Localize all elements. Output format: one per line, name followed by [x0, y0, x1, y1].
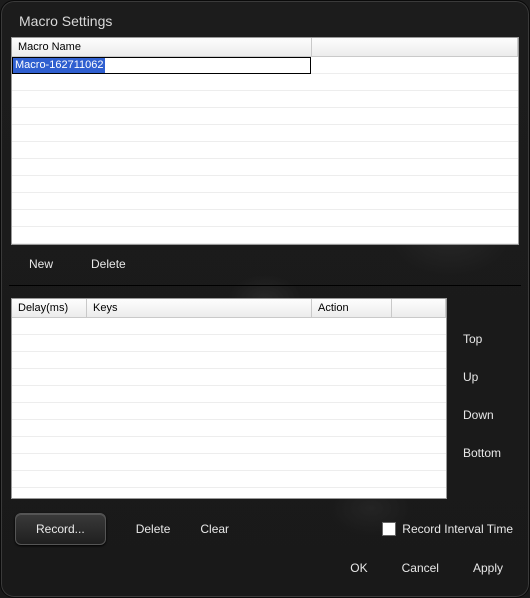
move-up-button[interactable]: Up	[463, 370, 519, 384]
macro-name-grid[interactable]: Macro Name Macro-162711062	[11, 37, 519, 245]
cancel-button[interactable]: Cancel	[402, 561, 439, 575]
record-interval-label: Record Interval Time	[402, 522, 513, 536]
apply-button[interactable]: Apply	[473, 561, 503, 575]
dialog-buttons: OK Cancel Apply	[11, 551, 519, 579]
move-top-button[interactable]: Top	[463, 332, 519, 346]
column-header-keys[interactable]: Keys	[87, 299, 312, 317]
macro-name-edit-cell[interactable]: Macro-162711062	[12, 57, 311, 74]
record-button[interactable]: Record...	[15, 513, 106, 545]
column-header-spacer	[312, 38, 518, 56]
steps-grid-header: Delay(ms) Keys Action	[12, 299, 446, 318]
clear-button[interactable]: Clear	[200, 522, 229, 536]
column-header-delay[interactable]: Delay(ms)	[12, 299, 87, 317]
macro-grid-buttons: New Delete	[11, 245, 519, 281]
record-interval-option[interactable]: Record Interval Time	[382, 522, 513, 536]
move-down-button[interactable]: Down	[463, 408, 519, 422]
delete-macro-button[interactable]: Delete	[91, 257, 126, 271]
macro-name-input-value[interactable]: Macro-162711062	[13, 58, 105, 73]
delete-step-button[interactable]: Delete	[136, 522, 171, 536]
recording-controls: Record... Delete Clear Record Interval T…	[11, 499, 519, 551]
macro-settings-panel: Macro Settings Macro Name Macro-16271106…	[0, 0, 530, 598]
column-header-action[interactable]: Action	[312, 299, 392, 317]
column-header-spacer-2	[392, 299, 446, 317]
reorder-buttons: Top Up Down Bottom	[455, 298, 519, 499]
panel-title: Macro Settings	[11, 9, 519, 37]
column-header-macro-name[interactable]: Macro Name	[12, 38, 312, 56]
new-button[interactable]: New	[29, 257, 53, 271]
steps-grid-body[interactable]	[12, 318, 446, 498]
macro-grid-body[interactable]: Macro-162711062	[12, 57, 518, 244]
move-bottom-button[interactable]: Bottom	[463, 446, 519, 460]
steps-grid[interactable]: Delay(ms) Keys Action	[11, 298, 447, 499]
record-interval-checkbox[interactable]	[382, 522, 396, 536]
macro-grid-header: Macro Name	[12, 38, 518, 57]
section-divider	[9, 285, 521, 286]
ok-button[interactable]: OK	[350, 561, 367, 575]
